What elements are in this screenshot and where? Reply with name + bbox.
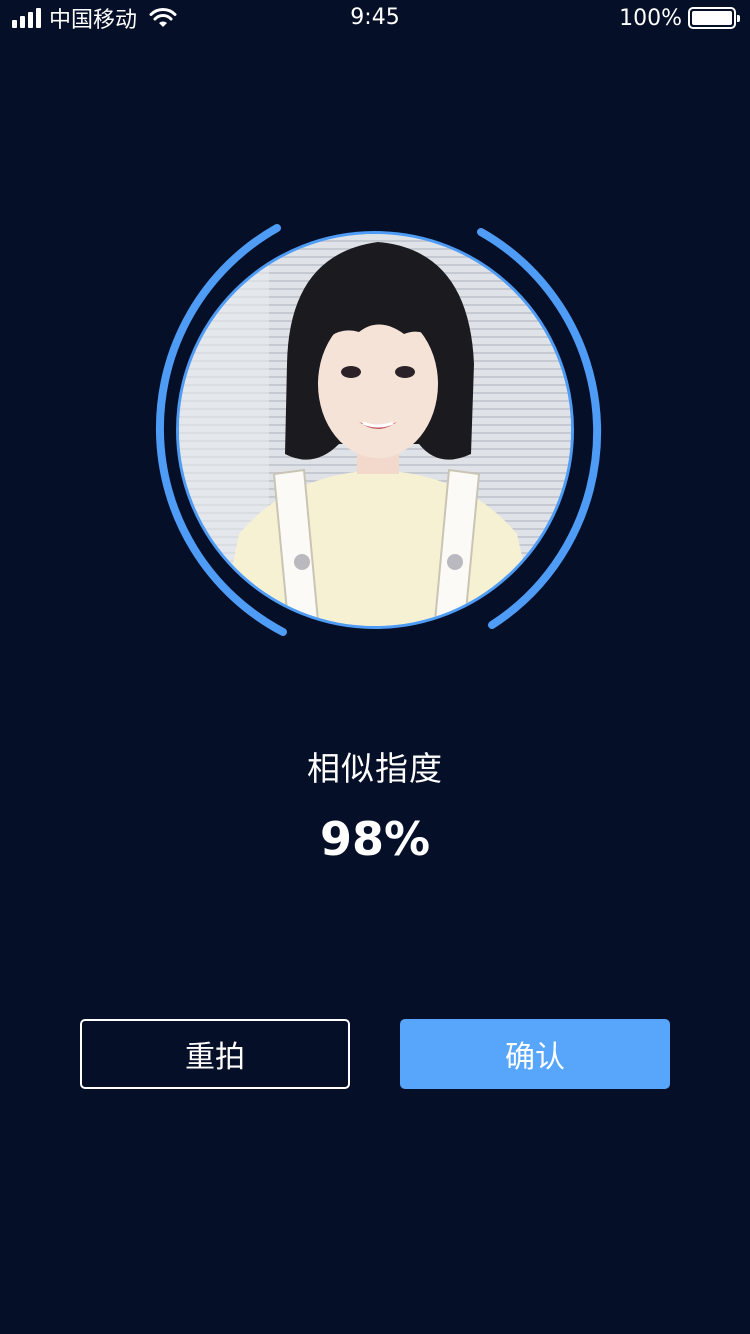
battery-fill bbox=[692, 11, 732, 25]
confirm-button[interactable]: 确认 bbox=[400, 1019, 670, 1089]
retake-button[interactable]: 重拍 bbox=[80, 1019, 350, 1089]
battery-icon bbox=[688, 7, 740, 29]
face-verify-screen: 中国移动 9:45 100% 相似指度 98% 重拍 确认 bbox=[0, 0, 750, 1334]
portrait-image bbox=[179, 234, 571, 626]
face-photo bbox=[176, 231, 574, 629]
battery-percent: 100% bbox=[619, 5, 682, 31]
similarity-label: 相似指度 bbox=[307, 749, 443, 788]
status-right: 100% bbox=[619, 0, 740, 36]
status-bar: 中国移动 9:45 100% bbox=[0, 0, 750, 36]
similarity-value: 98% bbox=[319, 812, 431, 866]
